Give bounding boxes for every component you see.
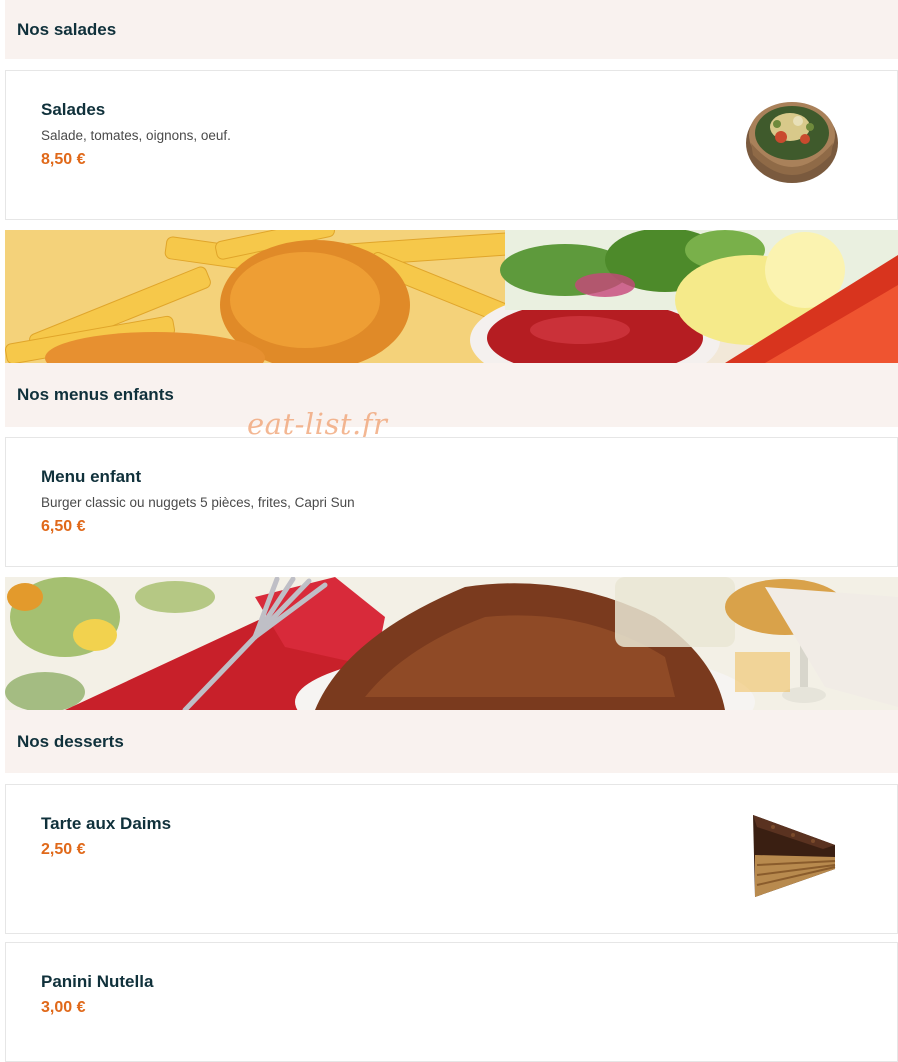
cake-slice-image: [753, 815, 836, 897]
item-name: Tarte aux Daims: [41, 814, 172, 833]
item-price: 3,00 €: [41, 999, 86, 1016]
menu-item-card-tarte-aux-daims[interactable]: Tarte aux Daims 2,50 €: [5, 784, 898, 934]
menu-item-card-salades[interactable]: Salades Salade, tomates, oignons, oeuf. …: [5, 70, 898, 220]
watermark-text: eat-list.fr: [247, 407, 388, 441]
section-title: Nos menus enfants: [17, 385, 174, 404]
item-price: 6,50 €: [41, 518, 86, 535]
section-title: Nos desserts: [17, 731, 124, 751]
menu-item-card-panini-nutella[interactable]: Panini Nutella 3,00 €: [5, 942, 898, 1062]
section-title: Nos salades: [17, 19, 117, 39]
item-description: Burger classic ou nuggets 5 pièces, frit…: [41, 495, 355, 510]
menu-item-card-menu-enfant[interactable]: Menu enfant Burger classic ou nuggets 5 …: [5, 437, 898, 567]
item-price: 8,50 €: [41, 151, 86, 168]
item-name: Salades: [41, 100, 106, 119]
section-header-desserts: Nos desserts: [5, 710, 898, 773]
section-header-salades: Nos salades: [5, 0, 898, 59]
item-price: 2,50 €: [41, 841, 86, 858]
banner-image-fries-nuggets: [5, 230, 898, 363]
item-name: Panini Nutella: [41, 972, 154, 991]
item-description: Salade, tomates, oignons, oeuf.: [41, 128, 231, 143]
section-header-menus-enfants: Nos menus enfants: [5, 363, 898, 427]
salad-bowl-image: [746, 102, 838, 183]
item-name: Menu enfant: [41, 467, 142, 486]
banner-image-dessert-table: [5, 577, 898, 710]
